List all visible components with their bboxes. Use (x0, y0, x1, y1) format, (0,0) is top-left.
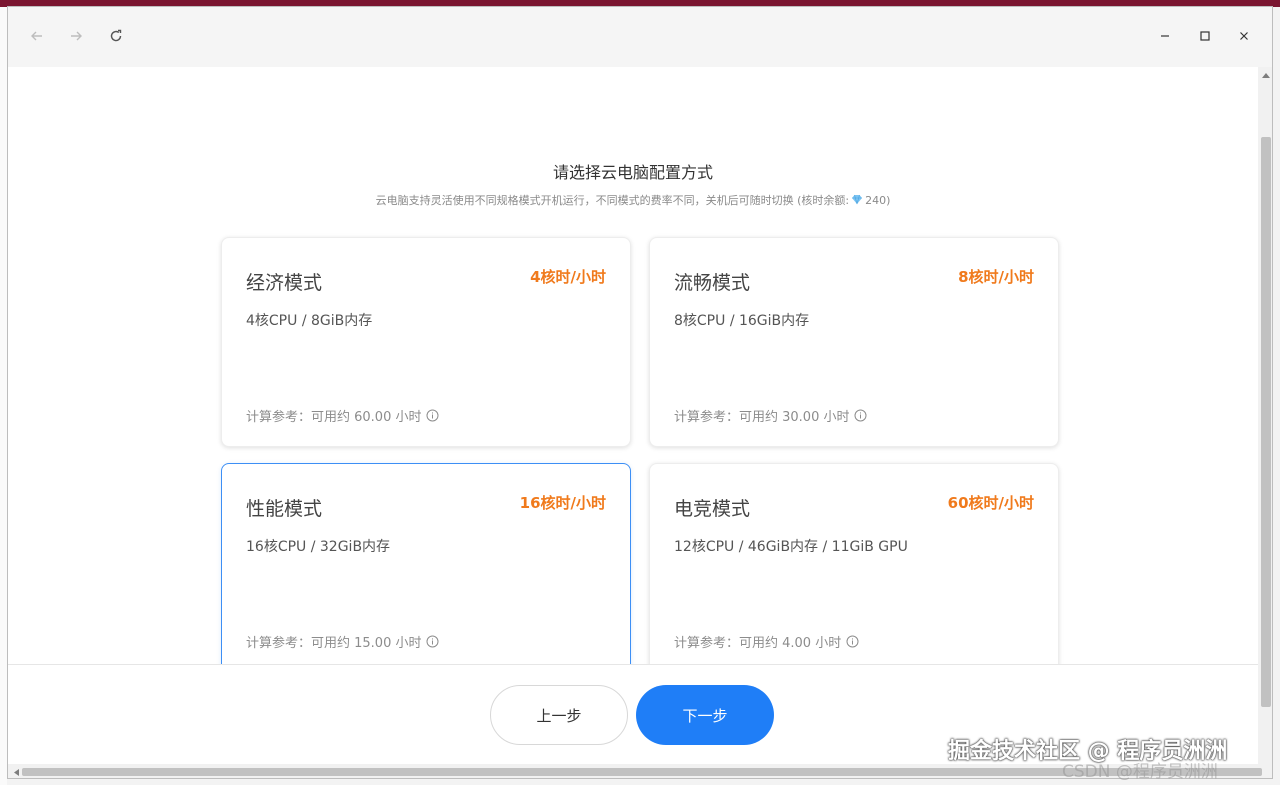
info-icon[interactable] (854, 409, 867, 422)
background-app-edge (0, 7, 7, 785)
mode-reference: 计算参考：可用约 4.00 小时 (674, 632, 859, 651)
mode-card-performance[interactable]: 性能模式 16核时/小时 16核CPU / 32GiB内存 计算参考：可用约 1… (221, 463, 631, 664)
minimize-icon (1161, 35, 1169, 37)
maximize-icon (1200, 31, 1210, 41)
mode-card-gaming[interactable]: 电竞模式 60核时/小时 12核CPU / 46GiB内存 / 11GiB GP… (649, 463, 1059, 664)
balance-value: 240 (865, 194, 887, 207)
scroll-left-icon[interactable] (12, 768, 20, 777)
info-icon[interactable] (426, 635, 439, 648)
page-title: 请选择云电脑配置方式 (552, 163, 713, 182)
subtitle-suffix: ) (886, 194, 891, 207)
info-icon[interactable] (426, 409, 439, 422)
app-window: 请选择云电脑配置方式 云电脑支持灵活使用不同规格模式开机运行，不同模式的费率不同… (7, 6, 1273, 779)
next-step-button[interactable]: 下一步 (636, 685, 774, 745)
vertical-scrollbar[interactable] (1258, 67, 1272, 764)
close-button[interactable] (1233, 25, 1255, 47)
mode-spec: 8核CPU / 16GiB内存 (674, 313, 810, 329)
mode-spec: 16核CPU / 32GiB内存 (246, 539, 391, 555)
mode-name: 经济模式 (246, 272, 323, 294)
mode-rate: 60核时/小时 (947, 494, 1034, 512)
reference-text: 计算参考：可用约 15.00 小时 (246, 636, 422, 651)
info-icon[interactable] (846, 635, 859, 648)
watermark: 掘金技术社区 @ 程序员洲洲 (948, 739, 1228, 764)
close-icon (1240, 32, 1248, 40)
mode-rate: 8核时/小时 (958, 268, 1034, 286)
scrollbar-thumb[interactable] (1261, 137, 1271, 707)
reference-text: 计算参考：可用约 30.00 小时 (674, 410, 850, 425)
arrow-left-icon (31, 31, 42, 41)
subtitle-text: 云电脑支持灵活使用不同规格模式开机运行，不同模式的费率不同，关机后可随时切换 (… (375, 194, 850, 207)
arrow-right-icon (71, 31, 82, 41)
minimize-button[interactable] (1154, 25, 1176, 47)
mode-card-economy[interactable]: 经济模式 4核时/小时 4核CPU / 8GiB内存 计算参考：可用约 60.0… (221, 237, 631, 447)
reference-text: 计算参考：可用约 4.00 小时 (674, 636, 842, 651)
mode-rate: 4核时/小时 (530, 268, 606, 286)
mode-name: 性能模式 (246, 498, 323, 520)
scroll-up-icon[interactable] (1261, 71, 1271, 79)
mode-reference: 计算参考：可用约 60.00 小时 (246, 406, 439, 425)
mode-name: 电竞模式 (674, 498, 751, 520)
reference-text: 计算参考：可用约 60.00 小时 (246, 410, 422, 425)
mode-card-smooth[interactable]: 流畅模式 8核时/小时 8核CPU / 16GiB内存 计算参考：可用约 30.… (649, 237, 1059, 447)
mode-spec: 4核CPU / 8GiB内存 (246, 313, 373, 329)
refresh-icon (110, 29, 122, 42)
diamond-icon (851, 194, 863, 208)
mode-spec: 12核CPU / 46GiB内存 / 11GiB GPU (674, 539, 908, 555)
refresh-button[interactable] (105, 25, 127, 47)
back-button[interactable] (26, 25, 48, 47)
titlebar (8, 7, 1272, 67)
prev-step-button[interactable]: 上一步 (490, 685, 628, 745)
mode-reference: 计算参考：可用约 30.00 小时 (674, 406, 867, 425)
page-subtitle: 云电脑支持灵活使用不同规格模式开机运行，不同模式的费率不同，关机后可随时切换 (… (8, 192, 1258, 208)
mode-name: 流畅模式 (674, 272, 751, 294)
maximize-button[interactable] (1194, 25, 1216, 47)
mode-reference: 计算参考：可用约 15.00 小时 (246, 632, 439, 651)
desktop: 请选择云电脑配置方式 云电脑支持灵活使用不同规格模式开机运行，不同模式的费率不同… (0, 0, 1280, 785)
forward-button[interactable] (65, 25, 87, 47)
mode-rate: 16核时/小时 (519, 494, 606, 512)
content-area: 请选择云电脑配置方式 云电脑支持灵活使用不同规格模式开机运行，不同模式的费率不同… (8, 67, 1258, 664)
